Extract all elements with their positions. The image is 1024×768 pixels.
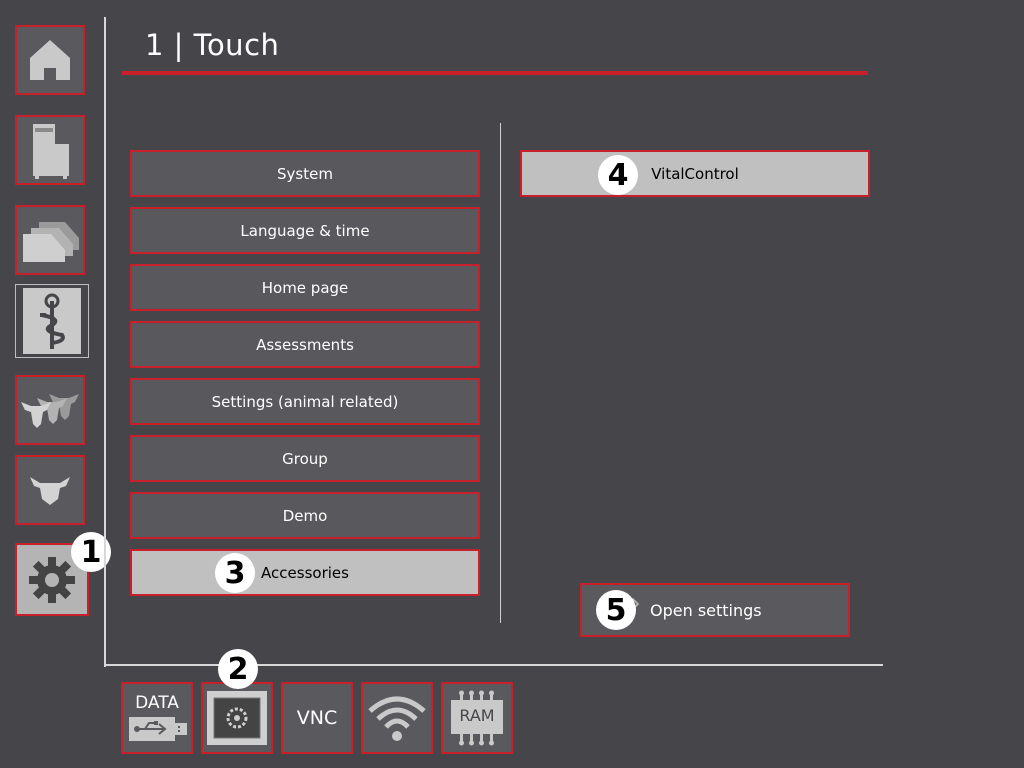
nav-home-button[interactable]	[15, 25, 85, 95]
menu-item-assessments[interactable]: Assessments	[130, 321, 480, 368]
health-caduceus-icon	[40, 293, 65, 349]
menu-item-accessories[interactable]: Accessories	[130, 549, 480, 596]
badge-5: 5	[596, 590, 636, 630]
menu-item-system[interactable]: System	[130, 150, 480, 197]
nav-health-button[interactable]	[15, 284, 89, 358]
nav-animal-button[interactable]	[15, 455, 85, 525]
badge-3: 3	[215, 553, 255, 593]
screen-gear-icon	[207, 691, 267, 745]
frame-divider-vertical	[104, 17, 106, 667]
usb-stick-icon	[129, 717, 187, 741]
wifi-button[interactable]	[361, 682, 433, 754]
page-title: 1 | Touch	[145, 28, 280, 62]
health-tile	[23, 288, 81, 354]
menu-item-settings-animal[interactable]: Settings (animal related)	[130, 378, 480, 425]
herd-icon	[21, 394, 79, 428]
accessory-vitalcontrol-button[interactable]: VitalControl	[520, 150, 870, 197]
menu-item-home-page[interactable]: Home page	[130, 264, 480, 311]
badge-2: 2	[218, 649, 258, 689]
open-settings-label: Open settings	[650, 600, 762, 620]
vnc-label: VNC	[296, 707, 338, 729]
nav-pens-button[interactable]	[15, 205, 85, 275]
nav-feeder-button[interactable]	[15, 115, 85, 185]
home-icon	[30, 40, 70, 80]
title-underline	[122, 71, 868, 75]
menu-item-demo[interactable]: Demo	[130, 492, 480, 539]
menu-item-language-time[interactable]: Language & time	[130, 207, 480, 254]
menu-item-group[interactable]: Group	[130, 435, 480, 482]
vnc-button[interactable]: VNC	[281, 682, 353, 754]
ram-button[interactable]: RAM	[441, 682, 513, 754]
gear-icon	[29, 556, 75, 603]
ram-label: RAM	[459, 706, 495, 725]
data-label: DATA	[135, 693, 179, 713]
wifi-icon	[368, 696, 426, 741]
badge-4: 4	[598, 155, 638, 195]
nav-herd-button[interactable]	[15, 375, 85, 445]
column-separator	[500, 123, 501, 623]
animal-head-icon	[30, 477, 70, 505]
ram-chip-icon: RAM	[447, 690, 507, 746]
stacked-pens-icon	[23, 222, 79, 262]
feeder-icon	[33, 124, 69, 179]
display-settings-button[interactable]	[201, 682, 273, 754]
data-usb-button[interactable]: DATA	[121, 682, 193, 754]
